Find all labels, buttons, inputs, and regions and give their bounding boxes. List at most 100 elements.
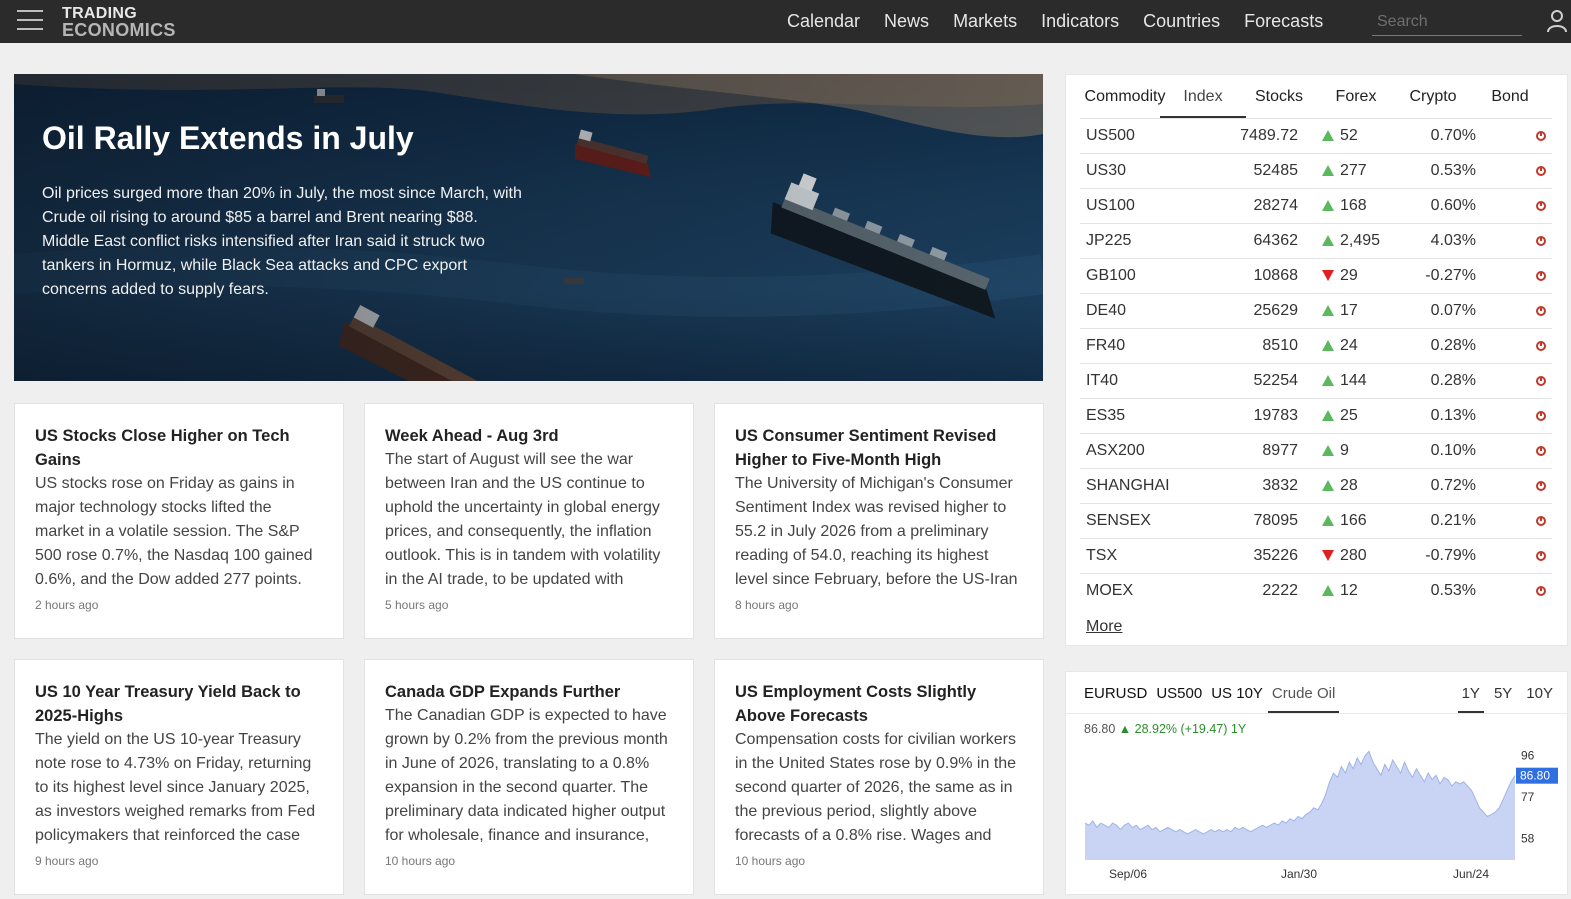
index-symbol[interactable]: GB100 (1080, 258, 1200, 294)
tab-commodity[interactable]: Commodity (1080, 87, 1170, 117)
news-card-title[interactable]: US Employment Costs Slightly Above Forec… (735, 683, 976, 725)
news-card-title[interactable]: US Consumer Sentiment Revised Higher to … (735, 427, 996, 469)
index-symbol[interactable]: IT40 (1080, 363, 1200, 399)
news-card[interactable]: US Stocks Close Higher on Tech Gains US s… (14, 403, 344, 639)
news-card[interactable]: US Consumer Sentiment Revised Higher to … (714, 403, 1044, 639)
chart-panel: EURUSD US500 US 10Y Crude Oil 1Y 5Y 10Y … (1065, 671, 1568, 895)
index-change: 2,495 (1298, 223, 1408, 259)
triangle-up-icon (1322, 235, 1334, 246)
triangle-up-icon (1322, 165, 1334, 176)
clock-icon[interactable] (1536, 130, 1546, 141)
clock-icon[interactable] (1536, 480, 1546, 491)
clock-icon[interactable] (1536, 515, 1546, 526)
index-row[interactable]: ES35 19783 25 0.13% (1080, 398, 1552, 434)
news-card-time: 9 hours ago (35, 854, 99, 868)
index-change-value: 277 (1340, 162, 1367, 179)
index-symbol[interactable]: SENSEX (1080, 503, 1200, 539)
index-symbol[interactable]: DE40 (1080, 293, 1200, 329)
top-navigation-bar: TRADING ECONOMICS Calendar News Markets … (0, 0, 1571, 43)
index-row[interactable]: DE40 25629 17 0.07% (1080, 293, 1552, 329)
index-row[interactable]: IT40 52254 144 0.28% (1080, 363, 1552, 399)
index-price: 25629 (1200, 293, 1298, 329)
index-row[interactable]: SENSEX 78095 166 0.21% (1080, 503, 1552, 539)
news-card-time: 10 hours ago (735, 854, 806, 868)
news-card-title[interactable]: Canada GDP Expands Further (385, 683, 620, 701)
index-row[interactable]: MOEX 2222 12 0.53% (1080, 573, 1552, 609)
index-symbol[interactable]: JP225 (1080, 223, 1200, 259)
clock-icon[interactable] (1536, 445, 1546, 456)
clock-icon[interactable] (1536, 270, 1546, 281)
index-symbol[interactable]: FR40 (1080, 328, 1200, 364)
hero-title[interactable]: Oil Rally Extends in July (42, 120, 414, 157)
tab-forex[interactable]: Forex (1322, 87, 1390, 117)
index-alert (1476, 398, 1552, 434)
news-card-title[interactable]: US 10 Year Treasury Yield Back to 2025-H… (35, 683, 301, 725)
index-row[interactable]: GB100 10868 29 -0.27% (1080, 258, 1552, 294)
tab-stocks[interactable]: Stocks (1236, 87, 1322, 117)
search-input[interactable] (1372, 8, 1522, 36)
clock-icon[interactable] (1536, 375, 1546, 386)
tab-crypto[interactable]: Crypto (1390, 87, 1476, 117)
index-row[interactable]: ASX200 8977 9 0.10% (1080, 433, 1552, 469)
index-price: 10868 (1200, 258, 1298, 294)
index-alert (1476, 118, 1552, 154)
index-row[interactable]: US500 7489.72 52 0.70% (1080, 118, 1552, 154)
hamburger-menu-icon[interactable] (17, 10, 43, 32)
index-change: 25 (1298, 398, 1408, 434)
clock-icon[interactable] (1536, 550, 1546, 561)
news-card-time: 2 hours ago (35, 598, 99, 612)
index-alert (1476, 433, 1552, 469)
more-link[interactable]: More (1086, 618, 1122, 636)
index-row[interactable]: US100 28274 168 0.60% (1080, 188, 1552, 224)
news-card[interactable]: US Employment Costs Slightly Above Forec… (714, 659, 1044, 895)
index-price: 7489.72 (1200, 118, 1298, 154)
index-change-percent: 0.60% (1408, 188, 1476, 224)
hero-story[interactable]: Oil Rally Extends in July Oil prices sur… (14, 74, 1043, 381)
index-row[interactable]: TSX 35226 280 -0.79% (1080, 538, 1552, 574)
index-table: US500 7489.72 52 0.70% US30 52485 277 0.53% US10… (1080, 118, 1552, 609)
clock-icon[interactable] (1536, 305, 1546, 316)
nav-news[interactable]: News (884, 0, 929, 43)
tab-bond[interactable]: Bond (1476, 87, 1544, 117)
index-symbol[interactable]: ES35 (1080, 398, 1200, 434)
clock-icon[interactable] (1536, 586, 1546, 597)
index-change-value: 12 (1340, 582, 1358, 600)
clock-icon[interactable] (1536, 235, 1546, 246)
index-symbol[interactable]: US500 (1080, 118, 1200, 154)
index-row[interactable]: JP225 64362 2,495 4.03% (1080, 223, 1552, 259)
markets-panel: Commodity Index Stocks Forex Crypto Bond… (1065, 74, 1568, 646)
site-logo[interactable]: TRADING ECONOMICS (62, 6, 176, 40)
y-tick-label: 96 (1521, 749, 1535, 763)
nav-countries[interactable]: Countries (1143, 0, 1220, 43)
index-change-percent: 0.28% (1408, 363, 1476, 399)
index-symbol[interactable]: TSX (1080, 538, 1200, 574)
news-card-title[interactable]: Week Ahead - Aug 3rd (385, 427, 559, 445)
nav-markets[interactable]: Markets (953, 0, 1017, 43)
clock-icon[interactable] (1536, 340, 1546, 351)
index-symbol[interactable]: ASX200 (1080, 433, 1200, 469)
index-row[interactable]: US30 52485 277 0.53% (1080, 153, 1552, 189)
index-alert (1476, 223, 1552, 259)
index-symbol[interactable]: SHANGHAI (1080, 468, 1200, 504)
user-icon[interactable] (1546, 9, 1568, 33)
news-card[interactable]: US 10 Year Treasury Yield Back to 2025-H… (14, 659, 344, 895)
index-row[interactable]: SHANGHAI 3832 28 0.72% (1080, 468, 1552, 504)
clock-icon[interactable] (1536, 200, 1546, 211)
chart-area (1085, 751, 1515, 860)
news-card[interactable]: Canada GDP Expands Further The Canadian G… (364, 659, 694, 895)
news-card[interactable]: Week Ahead - Aug 3rd The start of August … (364, 403, 694, 639)
index-symbol[interactable]: US30 (1080, 153, 1200, 189)
nav-calendar[interactable]: Calendar (787, 0, 860, 43)
index-change: 28 (1298, 468, 1408, 504)
clock-icon[interactable] (1536, 410, 1546, 421)
tab-index[interactable]: Index (1160, 87, 1246, 118)
index-change: 280 (1298, 538, 1408, 574)
crude-oil-chart[interactable]: 96 77 58 86.80 Sep/06 Jan/30 Jun/24 (1066, 672, 1567, 894)
news-card-title[interactable]: US Stocks Close Higher on Tech Gains (35, 427, 290, 469)
index-symbol[interactable]: US100 (1080, 188, 1200, 224)
index-symbol[interactable]: MOEX (1080, 573, 1200, 609)
clock-icon[interactable] (1536, 165, 1546, 176)
nav-indicators[interactable]: Indicators (1041, 0, 1119, 43)
nav-forecasts[interactable]: Forecasts (1244, 0, 1323, 43)
index-row[interactable]: FR40 8510 24 0.28% (1080, 328, 1552, 364)
